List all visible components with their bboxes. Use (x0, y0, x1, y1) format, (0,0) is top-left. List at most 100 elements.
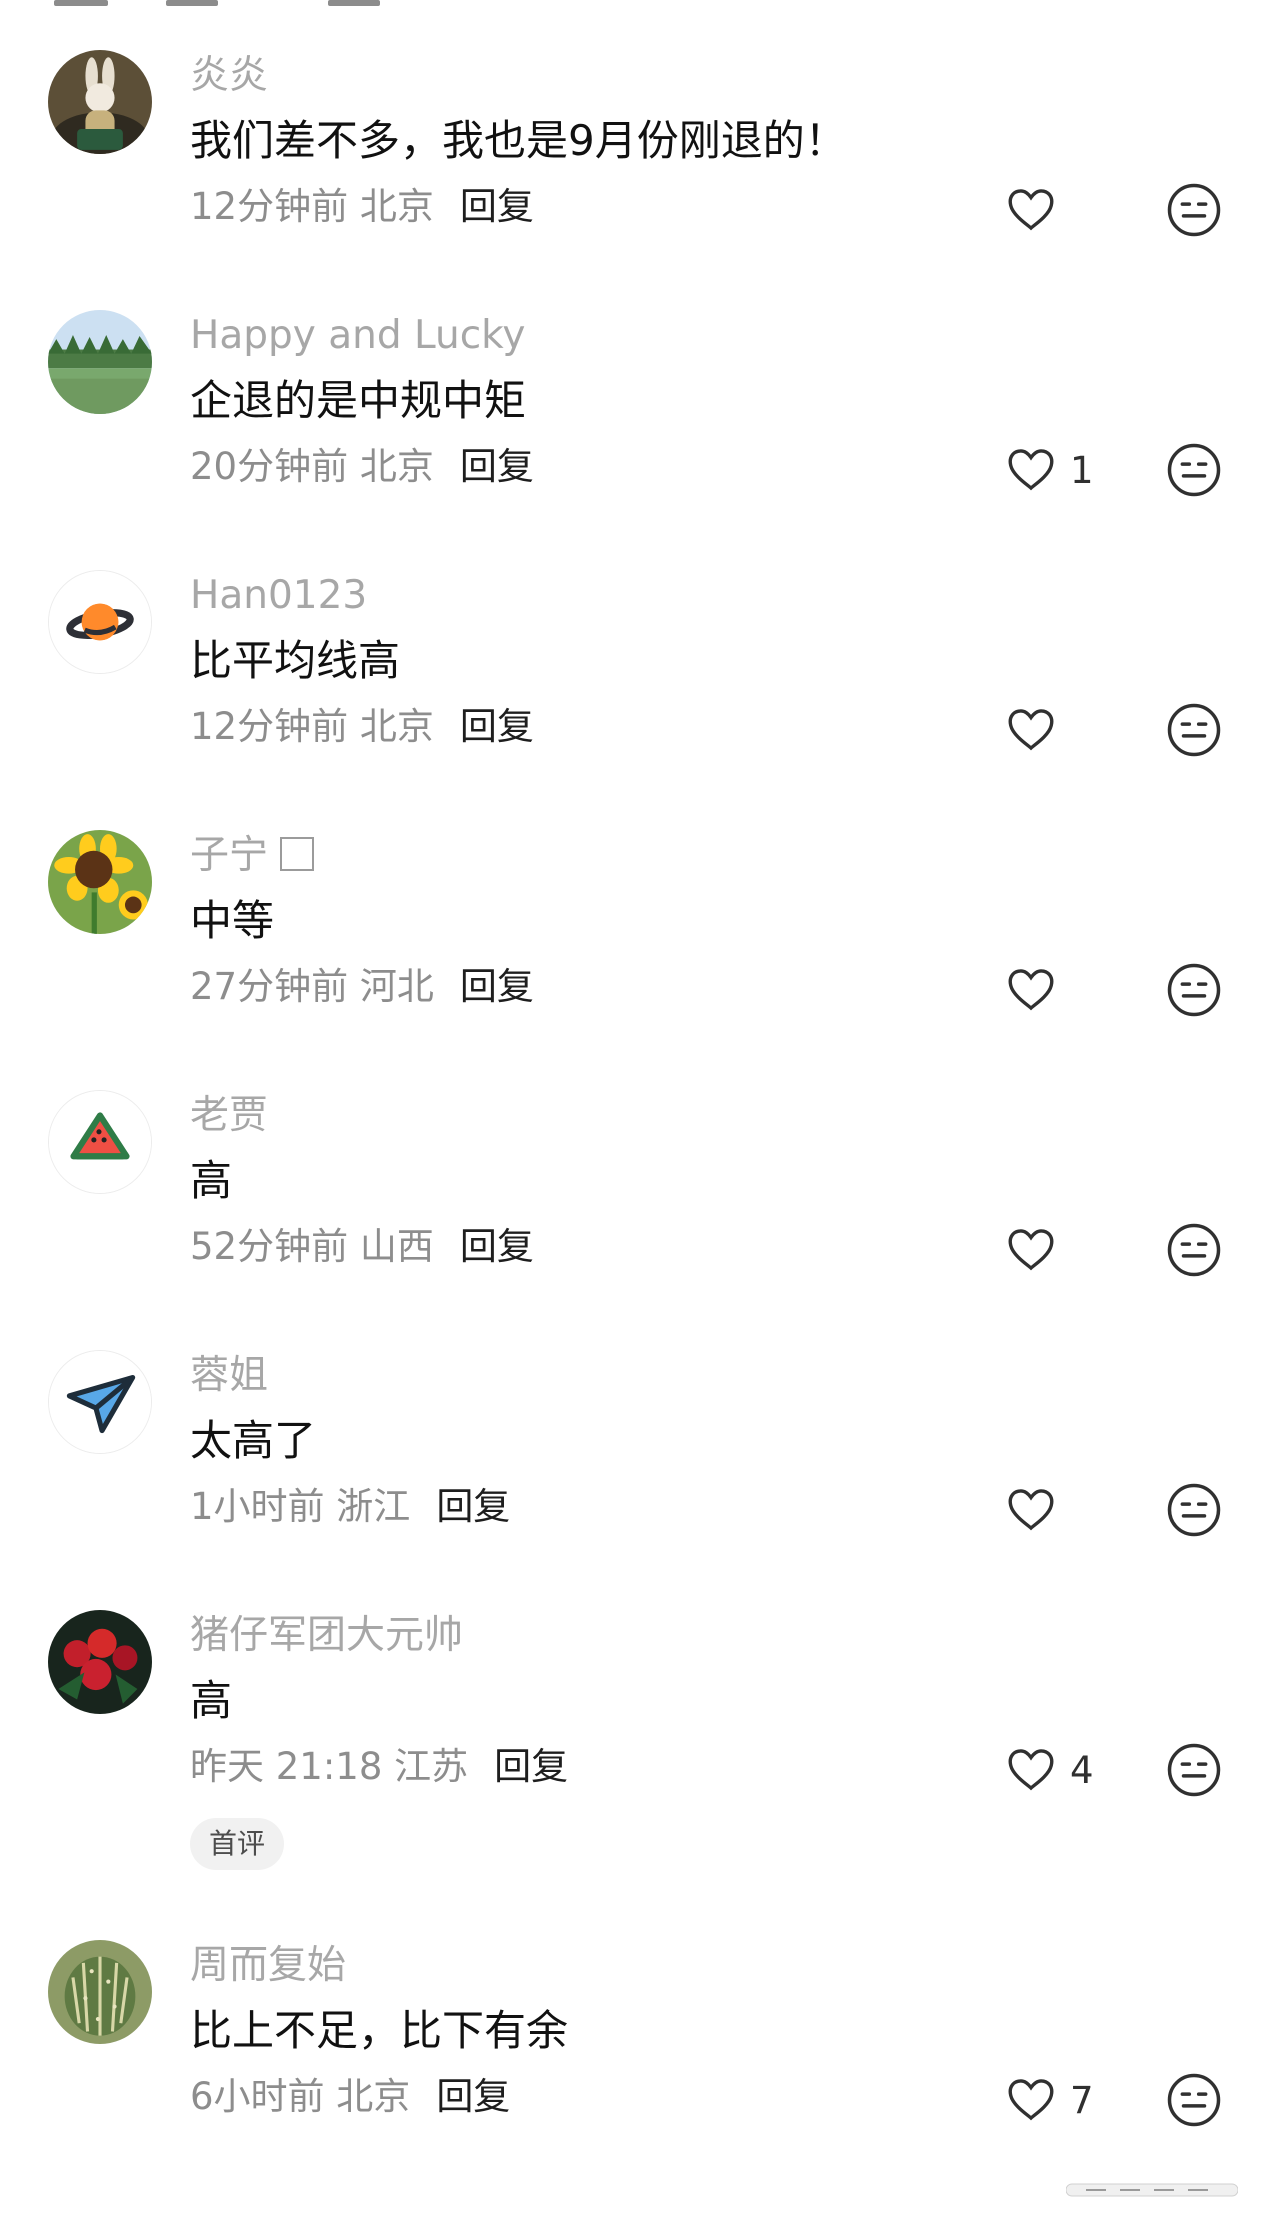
like-count: 4 (1070, 1748, 1094, 1792)
reply-button[interactable]: 回复 (460, 185, 534, 228)
comment-meta: 12分钟前 北京 回复 (190, 704, 534, 750)
dislike-button[interactable] (1166, 2072, 1222, 2128)
user-avatar-lake[interactable] (48, 310, 152, 414)
dislike-button[interactable] (1166, 1482, 1222, 1538)
comment-item: 老贾 高 52分钟前 山西 回复 (0, 1040, 1280, 1300)
comment-text: 我们差不多，我也是9月份刚退的！ (190, 116, 847, 165)
reply-button[interactable]: 回复 (460, 705, 534, 748)
comment-item: 蓉姐 太高了 1小时前 浙江 回复 (0, 1300, 1280, 1560)
watermelon-avatar-image (49, 1091, 151, 1193)
paper-plane-avatar-image (49, 1351, 151, 1453)
sunflower-avatar-image (48, 830, 152, 934)
comment-time-location: 6小时前 北京 (190, 2075, 411, 2118)
red-flowers-avatar-image (48, 1610, 152, 1714)
comment-username[interactable]: 蓉姐 (190, 1352, 268, 1400)
user-avatar-planet[interactable] (48, 570, 152, 674)
like-button[interactable] (1004, 963, 1070, 1017)
comment-username[interactable]: 子宁 (190, 832, 315, 880)
comment-text: 高 (190, 1156, 233, 1205)
like-count: 7 (1070, 2078, 1094, 2122)
reply-button[interactable]: 回复 (460, 445, 534, 488)
user-tag-icon (280, 837, 315, 871)
comment-text: 高 (190, 1676, 233, 1725)
user-avatar-cactus[interactable] (48, 1940, 152, 2044)
comment-item: 子宁 中等 27分钟前 河北 回复 (0, 780, 1280, 1040)
dislike-button[interactable] (1166, 182, 1222, 238)
like-button[interactable] (1004, 1483, 1070, 1537)
comment-text: 比上不足，比下有余 (190, 2006, 569, 2055)
user-avatar-watermelon[interactable] (48, 1090, 152, 1194)
reply-button[interactable]: 回复 (460, 965, 534, 1008)
reply-button[interactable]: 回复 (494, 1745, 568, 1788)
neutral-face-icon (1167, 1223, 1221, 1277)
comment-username[interactable]: 炎炎 (190, 52, 268, 100)
comment-text: 太高了 (190, 1416, 317, 1465)
like-button[interactable] (1004, 183, 1070, 237)
lake-landscape-avatar-image (48, 310, 152, 414)
username-text[interactable]: 子宁 (190, 833, 268, 878)
reply-button[interactable]: 回复 (436, 2075, 510, 2118)
planet-avatar-image (49, 571, 151, 673)
comment-username[interactable]: Happy and Lucky (190, 312, 525, 360)
like-button[interactable] (1004, 1223, 1070, 1277)
dislike-button[interactable] (1166, 962, 1222, 1018)
neutral-face-icon (1167, 2073, 1221, 2127)
neutral-face-icon (1167, 443, 1221, 497)
comment-text: 中等 (190, 896, 275, 945)
like-button[interactable]: 1 (1004, 443, 1094, 497)
comment-time-location: 1小时前 浙江 (190, 1485, 411, 1528)
comment-meta: 1小时前 浙江 回复 (190, 1484, 510, 1530)
like-button[interactable]: 4 (1004, 1743, 1094, 1797)
comment-item: Han0123 比平均线高 12分钟前 北京 回复 (0, 520, 1280, 780)
comment-item: 猪仔军团大元帅 高 昨天 21:18 江苏 回复 4 首评 (0, 1560, 1280, 1890)
comment-username[interactable]: 周而复始 (190, 1942, 346, 1990)
comment-time-location: 52分钟前 山西 (190, 1225, 434, 1268)
comment-text: 比平均线高 (190, 636, 401, 685)
neutral-face-icon (1167, 183, 1221, 237)
comment-time-location: 昨天 21:18 江苏 (190, 1745, 469, 1788)
comment-meta: 6小时前 北京 回复 (190, 2074, 510, 2120)
heart-outline-icon (1008, 969, 1054, 1011)
user-avatar-sunflower[interactable] (48, 830, 152, 934)
comment-text: 企退的是中规中矩 (190, 376, 527, 425)
comment-item: Happy and Lucky 企退的是中规中矩 20分钟前 北京 回复 1 (0, 260, 1280, 520)
reply-button[interactable]: 回复 (436, 1485, 510, 1528)
rabbit-figure-avatar-image (48, 50, 152, 154)
heart-outline-icon (1008, 449, 1054, 491)
cactus-avatar-image (48, 1940, 152, 2044)
dislike-button[interactable] (1166, 1742, 1222, 1798)
comment-meta: 昨天 21:18 江苏 回复 (190, 1744, 568, 1790)
comment-item: 炎炎 我们差不多，我也是9月份刚退的！ 12分钟前 北京 回复 (0, 0, 1280, 260)
heart-outline-icon (1008, 1749, 1054, 1791)
comment-meta: 27分钟前 河北 回复 (190, 964, 534, 1010)
reply-button[interactable]: 回复 (460, 1225, 534, 1268)
user-avatar-red-flowers[interactable] (48, 1610, 152, 1714)
like-button[interactable] (1004, 703, 1070, 757)
comment-meta: 12分钟前 北京 回复 (190, 184, 534, 230)
comment-time-location: 27分钟前 河北 (190, 965, 434, 1008)
heart-outline-icon (1008, 189, 1054, 231)
comment-item: 周而复始 比上不足，比下有余 6小时前 北京 回复 7 (0, 1890, 1280, 2150)
dislike-button[interactable] (1166, 702, 1222, 758)
neutral-face-icon (1167, 703, 1221, 757)
comment-username[interactable]: 猪仔军团大元帅 (190, 1612, 463, 1660)
comment-time-location: 20分钟前 北京 (190, 445, 434, 488)
comment-username[interactable]: 老贾 (190, 1092, 268, 1140)
comment-meta: 20分钟前 北京 回复 (190, 444, 534, 490)
heart-outline-icon (1008, 2079, 1054, 2121)
dislike-button[interactable] (1166, 1222, 1222, 1278)
like-count: 1 (1070, 448, 1094, 492)
heart-outline-icon (1008, 709, 1054, 751)
neutral-face-icon (1167, 963, 1221, 1017)
like-button[interactable]: 7 (1004, 2073, 1094, 2127)
comment-time-location: 12分钟前 北京 (190, 705, 434, 748)
comment-time-location: 12分钟前 北京 (190, 185, 434, 228)
first-review-badge: 首评 (190, 1818, 285, 1870)
comment-meta: 52分钟前 山西 回复 (190, 1224, 534, 1270)
comment-username[interactable]: Han0123 (190, 572, 367, 620)
neutral-face-icon (1167, 1483, 1221, 1537)
heart-outline-icon (1008, 1229, 1054, 1271)
dislike-button[interactable] (1166, 442, 1222, 498)
user-avatar-paper-plane[interactable] (48, 1350, 152, 1454)
user-avatar-rabbit[interactable] (48, 50, 152, 154)
